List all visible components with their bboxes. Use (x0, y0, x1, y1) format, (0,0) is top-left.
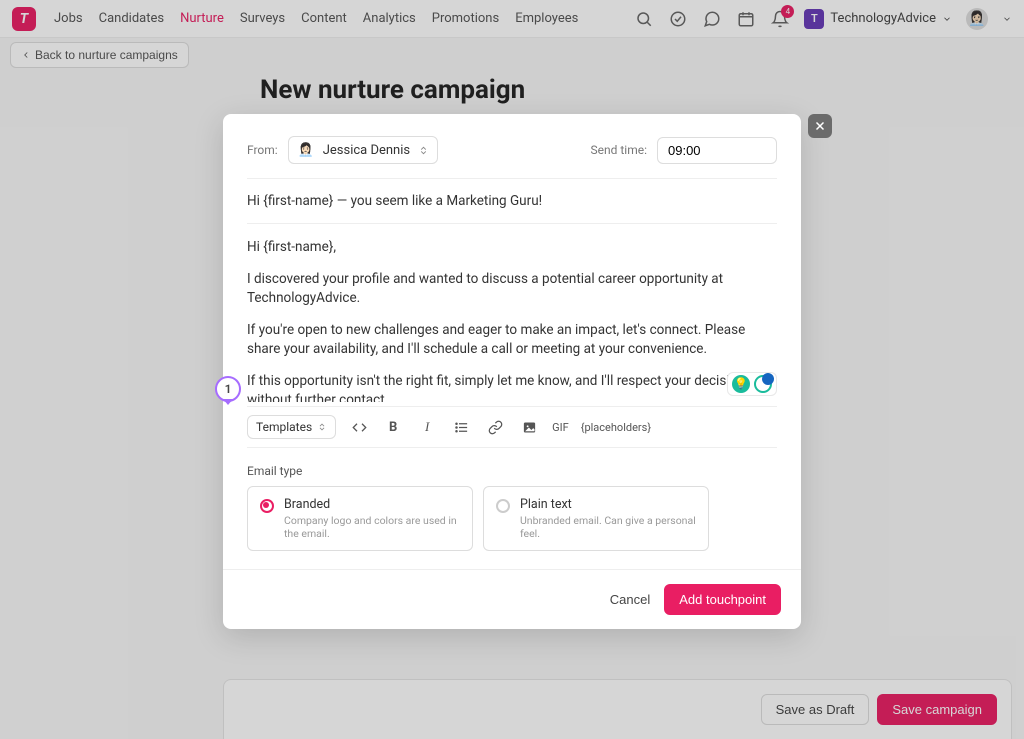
email-type-plain[interactable]: Plain text Unbranded email. Can give a p… (483, 486, 709, 551)
option-title: Branded (284, 497, 460, 512)
image-icon[interactable] (518, 420, 540, 435)
body-p: If you're open to new challenges and eag… (247, 321, 777, 360)
add-touchpoint-button[interactable]: Add touchpoint (664, 584, 781, 615)
body-p: I discovered your profile and wanted to … (247, 270, 777, 309)
close-icon (813, 119, 827, 133)
sender-name: Jessica Dennis (323, 143, 410, 158)
code-icon[interactable] (348, 420, 370, 435)
radio-icon (496, 499, 510, 513)
option-desc: Unbranded email. Can give a personal fee… (520, 514, 696, 540)
cancel-button[interactable]: Cancel (610, 584, 650, 615)
placeholders-button[interactable]: {placeholders} (581, 421, 651, 434)
email-body-editor[interactable]: Hi {first-name}, I discovered your profi… (247, 224, 777, 402)
sendtime-input[interactable] (657, 137, 777, 164)
email-type-branded[interactable]: Branded Company logo and colors are used… (247, 486, 473, 551)
radio-icon (260, 499, 274, 513)
from-sender-select[interactable]: 👩🏻‍💼 Jessica Dennis (288, 136, 438, 164)
option-title: Plain text (520, 497, 696, 512)
gif-button[interactable]: GIF (552, 421, 569, 434)
lightbulb-icon[interactable]: 💡 (732, 375, 750, 393)
sort-icon (317, 422, 327, 432)
close-modal-button[interactable] (808, 114, 832, 138)
body-p: Hi {first-name}, (247, 238, 777, 258)
from-label: From: (247, 143, 278, 157)
option-desc: Company logo and colors are used in the … (284, 514, 460, 540)
templates-label: Templates (256, 420, 312, 434)
list-icon[interactable] (450, 420, 472, 435)
templates-select[interactable]: Templates (247, 415, 336, 439)
bold-icon[interactable]: B (382, 420, 404, 435)
email-type-label: Email type (247, 464, 777, 478)
italic-icon[interactable]: I (416, 419, 438, 435)
grammarly-widget[interactable]: 💡 (727, 372, 777, 396)
grammarly-icon[interactable] (754, 375, 772, 393)
format-toolbar: Templates B I GIF {placeholders} (247, 406, 777, 448)
email-subject[interactable]: Hi {first-name} — you seem like a Market… (247, 179, 777, 224)
touchpoint-modal: From: 👩🏻‍💼 Jessica Dennis Send time: Hi … (223, 114, 801, 629)
annotation-badge: 1 (215, 376, 241, 402)
body-p: If this opportunity isn't the right fit,… (247, 372, 777, 402)
sender-avatar: 👩🏻‍💼 (297, 141, 315, 159)
sort-icon (418, 145, 429, 156)
link-icon[interactable] (484, 420, 506, 435)
sendtime-label: Send time: (591, 143, 648, 157)
